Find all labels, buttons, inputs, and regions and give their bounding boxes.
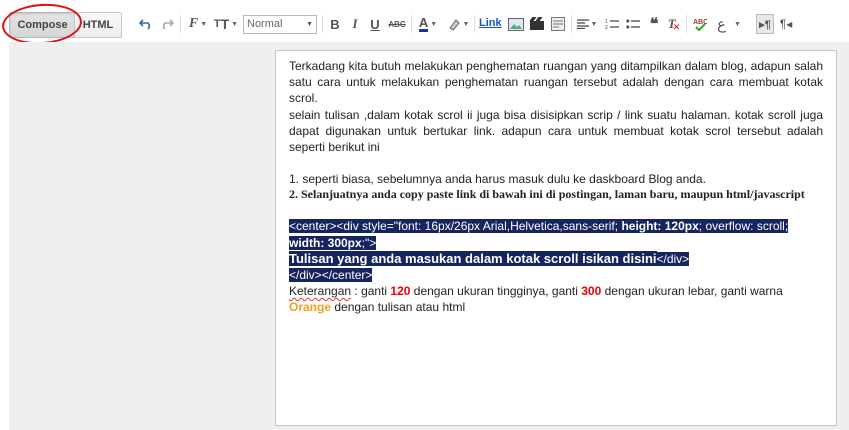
font-size-icon[interactable]: T T ▼ [213, 14, 239, 34]
italic-icon[interactable]: I [348, 14, 362, 34]
code-snippet: <center><div style="font: 16px/26px Aria… [289, 219, 789, 283]
link-button[interactable]: Link [479, 17, 502, 29]
insert-video-icon[interactable] [528, 14, 546, 34]
text-color-icon[interactable]: A ▼ [415, 14, 441, 34]
svg-text:2: 2 [605, 25, 608, 30]
bold-icon[interactable]: B [328, 14, 342, 34]
step-one: 1. seperti biasa, sebelumnya anda harus … [289, 172, 706, 187]
redo-icon[interactable] [158, 14, 176, 34]
highlight-color-icon[interactable]: ▼ [445, 14, 471, 34]
note-paragraph: Keterangan : ganti 120 dengan ukuran tin… [289, 284, 783, 315]
paragraph-second: selain tulisan ,dalam kotak scrol ii jug… [289, 107, 823, 155]
underline-icon[interactable]: U [368, 14, 382, 34]
font-family-icon[interactable]: F ▼ [186, 14, 210, 34]
paragraph-intro: Terkadang kita butuh melakukan penghemat… [289, 59, 823, 106]
compose-button[interactable]: Compose [9, 12, 76, 38]
html-button[interactable]: HTML [74, 12, 122, 38]
insert-jump-break-icon[interactable] [549, 14, 567, 34]
quote-icon[interactable]: ❝ [646, 14, 662, 34]
spellcheck-icon[interactable]: ABC [692, 14, 708, 34]
insert-image-icon[interactable] [507, 14, 525, 34]
remove-formatting-icon[interactable]: T ✕ [666, 14, 682, 34]
input-tools-icon[interactable]: ع ▼ [713, 14, 745, 34]
post-body-editor[interactable]: Terkadang kita butuh melakukan penghemat… [275, 50, 837, 426]
align-icon[interactable]: ▼ [575, 14, 599, 34]
step-two: 2. Selanjuatnya anda copy paste link di … [289, 187, 805, 202]
undo-icon[interactable] [137, 14, 155, 34]
numbered-list-icon[interactable]: 12 [604, 14, 620, 34]
rtl-direction-icon[interactable]: ¶◂ [778, 14, 794, 34]
format-select[interactable]: Normal ▼ [243, 15, 317, 34]
ltr-direction-icon[interactable]: ▸¶ [756, 14, 774, 34]
bulleted-list-icon[interactable] [625, 14, 641, 34]
strikethrough-icon[interactable]: ABC [387, 14, 407, 34]
